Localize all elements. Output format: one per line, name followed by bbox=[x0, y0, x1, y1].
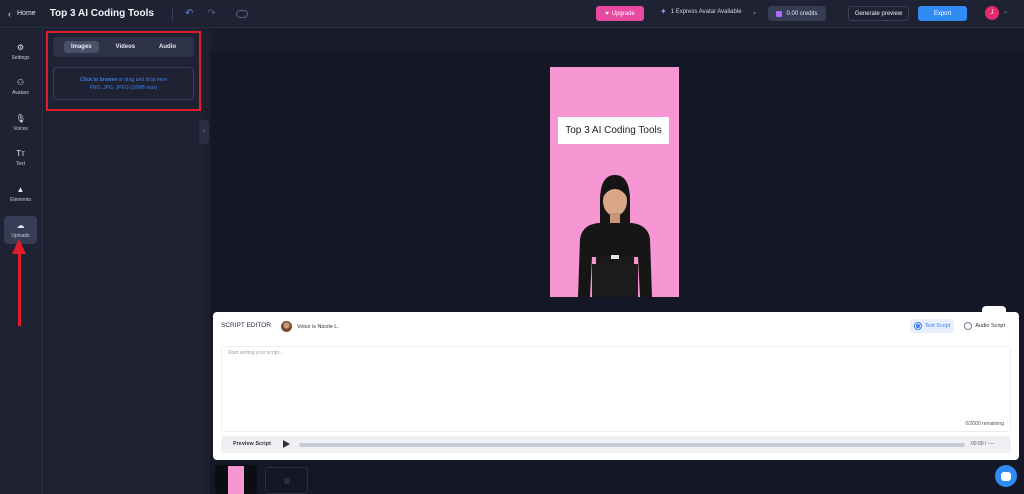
text-script-option[interactable]: Text Script bbox=[909, 319, 955, 333]
play-icon[interactable] bbox=[283, 440, 290, 448]
mode-label: Text Script bbox=[924, 323, 951, 329]
audio-script-option[interactable]: Audio Script bbox=[960, 319, 1009, 333]
text-icon: Tт bbox=[16, 148, 25, 158]
rail-item-voices[interactable]: 🎙 Voices bbox=[4, 109, 37, 137]
preview-script-label: Preview Script bbox=[233, 441, 271, 447]
project-title[interactable]: Top 3 AI Coding Tools bbox=[50, 8, 154, 19]
generate-preview-button[interactable]: Generate preview bbox=[848, 6, 909, 21]
rail-item-avatars[interactable]: ⚇ Avatars bbox=[4, 73, 37, 101]
progress-track[interactable] bbox=[299, 443, 965, 447]
script-editor: SCRIPT EDITOR Voice is Nicole L. Text Sc… bbox=[213, 312, 1019, 460]
cloud-sync-icon bbox=[235, 9, 248, 18]
canvas-toolbar-strip bbox=[210, 29, 1024, 51]
left-rail: ⚙ Settings ⚇ Avatars 🎙 Voices Tт Text ▲ … bbox=[0, 29, 43, 494]
script-placeholder: Start writing your script... bbox=[228, 350, 284, 356]
script-mode-tabs: Text Script Audio Script bbox=[909, 319, 1009, 333]
people-icon: ⚇ bbox=[16, 77, 25, 87]
script-editor-title: SCRIPT EDITOR bbox=[221, 322, 271, 329]
radio-icon bbox=[964, 322, 973, 330]
voice-label: Voice is Nicole L. bbox=[297, 323, 339, 330]
rail-label: Text bbox=[15, 160, 26, 167]
scene-thumbnail[interactable] bbox=[215, 465, 257, 494]
add-scene-button[interactable] bbox=[265, 467, 308, 494]
heart-icon: ♥ bbox=[605, 10, 609, 17]
rail-label: Uploads bbox=[11, 232, 30, 239]
sparkle-icon: ✦ bbox=[660, 7, 667, 16]
divider bbox=[171, 6, 173, 21]
home-label: Home bbox=[17, 10, 36, 17]
express-avatar-dropdown[interactable]: ✦ 1 Express Avatar Available ⌄ bbox=[660, 7, 757, 16]
preview-player: Preview Script 00:00 / ---- bbox=[221, 436, 1011, 453]
rail-item-settings[interactable]: ⚙ Settings bbox=[4, 38, 37, 66]
user-avatar[interactable]: J bbox=[985, 6, 999, 20]
rail-label: Avatars bbox=[12, 89, 29, 96]
rail-item-text[interactable]: Tт Text bbox=[4, 144, 37, 172]
chat-icon bbox=[1001, 471, 1011, 481]
redo-icon[interactable]: ↷ bbox=[207, 8, 215, 19]
microphone-icon: 🎙 bbox=[15, 113, 26, 123]
scene-thumbnail-preview bbox=[228, 466, 244, 494]
voice-selector[interactable]: Voice is Nicole L. bbox=[281, 321, 339, 332]
shapes-icon: ▲ bbox=[16, 184, 25, 194]
credits-icon bbox=[776, 10, 783, 17]
rail-item-elements[interactable]: ▲ Elements bbox=[4, 180, 37, 208]
collapse-panel-button[interactable]: ‹ bbox=[199, 120, 209, 144]
express-label: 1 Express Avatar Available bbox=[670, 8, 742, 15]
gear-icon: ⚙ bbox=[16, 42, 25, 52]
voice-avatar bbox=[281, 321, 292, 332]
rail-label: Elements bbox=[10, 196, 31, 203]
home-link[interactable]: ‹ Home bbox=[8, 9, 36, 19]
undo-icon[interactable]: ↶ bbox=[185, 8, 193, 19]
cloud-upload-icon: ☁ bbox=[16, 220, 25, 230]
arrow-annotation-shaft bbox=[18, 252, 21, 326]
credits-badge[interactable]: 0.00 credits bbox=[768, 6, 826, 21]
mode-label: Audio Script bbox=[975, 323, 1005, 329]
rail-label: Voices bbox=[13, 125, 28, 132]
chat-support-button[interactable] bbox=[995, 465, 1017, 487]
time-readout: 00:00 / ---- bbox=[971, 441, 995, 447]
upgrade-label: Upgrade bbox=[611, 10, 635, 17]
chevron-down-icon[interactable]: ⌄ bbox=[1003, 8, 1008, 15]
credits-label: 0.00 credits bbox=[786, 10, 818, 17]
video-canvas[interactable]: Top 3 AI Coding Tools bbox=[550, 67, 679, 297]
chevron-left-icon: ‹ bbox=[8, 8, 11, 19]
script-textarea[interactable]: Start writing your script... 0/2000 rema… bbox=[221, 346, 1011, 432]
chevron-down-icon: ⌄ bbox=[751, 8, 758, 16]
add-scene-icon bbox=[283, 477, 290, 484]
character-count: 0/2000 remaining bbox=[965, 421, 1004, 427]
canvas-title-text[interactable]: Top 3 AI Coding Tools bbox=[558, 117, 669, 144]
avatar-presenter[interactable] bbox=[570, 167, 660, 297]
radio-selected-icon bbox=[913, 322, 922, 330]
highlight-box-annotation bbox=[46, 31, 201, 111]
rail-label: Settings bbox=[11, 54, 30, 61]
export-button[interactable]: Export bbox=[918, 6, 967, 21]
upgrade-button[interactable]: ♥ Upgrade bbox=[596, 6, 644, 21]
